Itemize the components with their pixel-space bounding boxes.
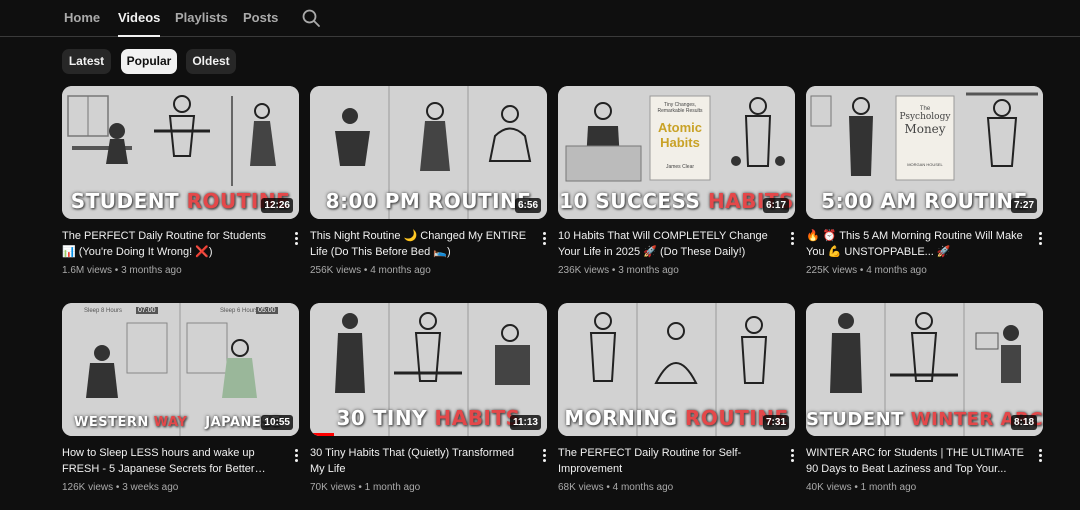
duration-badge: 6:56: [514, 198, 541, 213]
tab-posts[interactable]: Posts: [243, 10, 278, 37]
more-actions-button[interactable]: [787, 447, 797, 465]
channel-search-button[interactable]: [301, 8, 321, 28]
video-title[interactable]: How to Sleep LESS hours and wake up FRES…: [62, 445, 280, 477]
duration-badge: 12:26: [261, 198, 293, 213]
video-title[interactable]: 30 Tiny Habits That (Quietly) Transforme…: [310, 445, 528, 477]
video-thumbnail[interactable]: STUDENT ROUTINE 12:26: [62, 86, 299, 219]
video-card: 8:00 PM ROUTINE 6:56 This Night Routine …: [310, 86, 547, 286]
duration-badge: 6:17: [762, 198, 789, 213]
watch-progress-bar: [310, 433, 334, 436]
video-card: Tiny Changes, Remarkable Results Atomic …: [558, 86, 795, 286]
video-title[interactable]: The PERFECT Daily Routine for Self-Impro…: [558, 445, 776, 477]
video-title[interactable]: The PERFECT Daily Routine for Students 📊…: [62, 228, 280, 260]
more-actions-button[interactable]: [787, 230, 797, 248]
video-card: MORNING ROUTINE 7:31 The PERFECT Daily R…: [558, 303, 795, 503]
video-card: STUDENT WINTER ARC 8:18 WINTER ARC for S…: [806, 303, 1043, 503]
tab-playlists[interactable]: Playlists: [175, 10, 228, 37]
duration-badge: 8:18: [1010, 415, 1037, 430]
video-title[interactable]: 10 Habits That Will COMPLETELY Change Yo…: [558, 228, 776, 260]
left-label: Sleep 8 Hours: [84, 308, 123, 314]
video-card: Sleep 8 Hours 07:00 Sleep 6 Hours 05:00 …: [62, 303, 299, 503]
duration-badge: 7:27: [1010, 198, 1037, 213]
video-card: The Psychology Money MORGAN HOUSEL 5:00 …: [806, 86, 1043, 286]
more-actions-button[interactable]: [291, 230, 301, 248]
video-metadata: 236K views • 3 months ago: [558, 265, 679, 276]
tab-videos[interactable]: Videos: [118, 10, 161, 37]
video-metadata: 68K views • 4 months ago: [558, 482, 674, 493]
more-actions-button[interactable]: [539, 230, 549, 248]
video-metadata: 1.6M views • 3 months ago: [62, 265, 182, 276]
video-card: STUDENT ROUTINE 12:26 The PERFECT Daily …: [62, 86, 299, 286]
more-actions-button[interactable]: [1035, 447, 1045, 465]
chip-oldest[interactable]: Oldest: [186, 49, 236, 74]
thumbnail-title: MORNING ROUTINE: [564, 406, 789, 430]
video-metadata: 126K views • 3 weeks ago: [62, 482, 179, 493]
video-thumbnail[interactable]: The Psychology Money MORGAN HOUSEL 5:00 …: [806, 86, 1043, 219]
video-thumbnail[interactable]: Tiny Changes, Remarkable Results Atomic …: [558, 86, 795, 219]
tab-home[interactable]: Home: [64, 10, 100, 37]
video-thumbnail[interactable]: 8:00 PM ROUTINE 6:56: [310, 86, 547, 219]
more-actions-button[interactable]: [291, 447, 301, 465]
thumbnail-title: 10 SUCCESS HABITS: [559, 189, 794, 213]
chip-popular[interactable]: Popular: [121, 49, 177, 74]
duration-badge: 7:31: [762, 415, 789, 430]
video-card: 30 TINY HABITS 11:13 30 Tiny Habits That…: [310, 303, 547, 503]
video-title[interactable]: WINTER ARC for Students | THE ULTIMATE 9…: [806, 445, 1024, 477]
more-actions-button[interactable]: [539, 447, 549, 465]
chip-latest[interactable]: Latest: [62, 49, 111, 74]
book-cover: Tiny Changes, Remarkable Results Atomic …: [657, 102, 703, 170]
thumbnail-title: 8:00 PM ROUTINE: [325, 189, 532, 213]
thumbnail-title: STUDENT WINTER ARC: [806, 409, 1043, 430]
duration-badge: 10:55: [261, 415, 293, 430]
video-thumbnail[interactable]: MORNING ROUTINE 7:31: [558, 303, 795, 436]
video-metadata: 225K views • 4 months ago: [806, 265, 927, 276]
video-thumbnail[interactable]: Sleep 8 Hours 07:00 Sleep 6 Hours 05:00 …: [62, 303, 299, 436]
channel-tab-bar: Home Videos Playlists Posts: [0, 0, 1080, 37]
video-title[interactable]: 🔥 ⏰ This 5 AM Morning Routine Will Make …: [806, 228, 1024, 260]
duration-badge: 11:13: [509, 415, 541, 430]
video-metadata: 256K views • 4 months ago: [310, 265, 431, 276]
thumbnail-title: 5:00 AM ROUTINE: [821, 189, 1028, 213]
book-cover: The Psychology Money MORGAN HOUSEL: [899, 106, 951, 167]
video-metadata: 40K views • 1 month ago: [806, 482, 917, 493]
more-actions-button[interactable]: [1035, 230, 1045, 248]
right-label: Sleep 6 Hours: [220, 308, 259, 314]
video-thumbnail[interactable]: 30 TINY HABITS 11:13: [310, 303, 547, 436]
video-title[interactable]: This Night Routine 🌙 Changed My ENTIRE L…: [310, 228, 528, 260]
video-thumbnail[interactable]: STUDENT WINTER ARC 8:18: [806, 303, 1043, 436]
right-clock: 05:00: [256, 307, 278, 314]
search-icon: [302, 9, 320, 27]
video-metadata: 70K views • 1 month ago: [310, 482, 421, 493]
left-clock: 07:00: [136, 307, 158, 314]
